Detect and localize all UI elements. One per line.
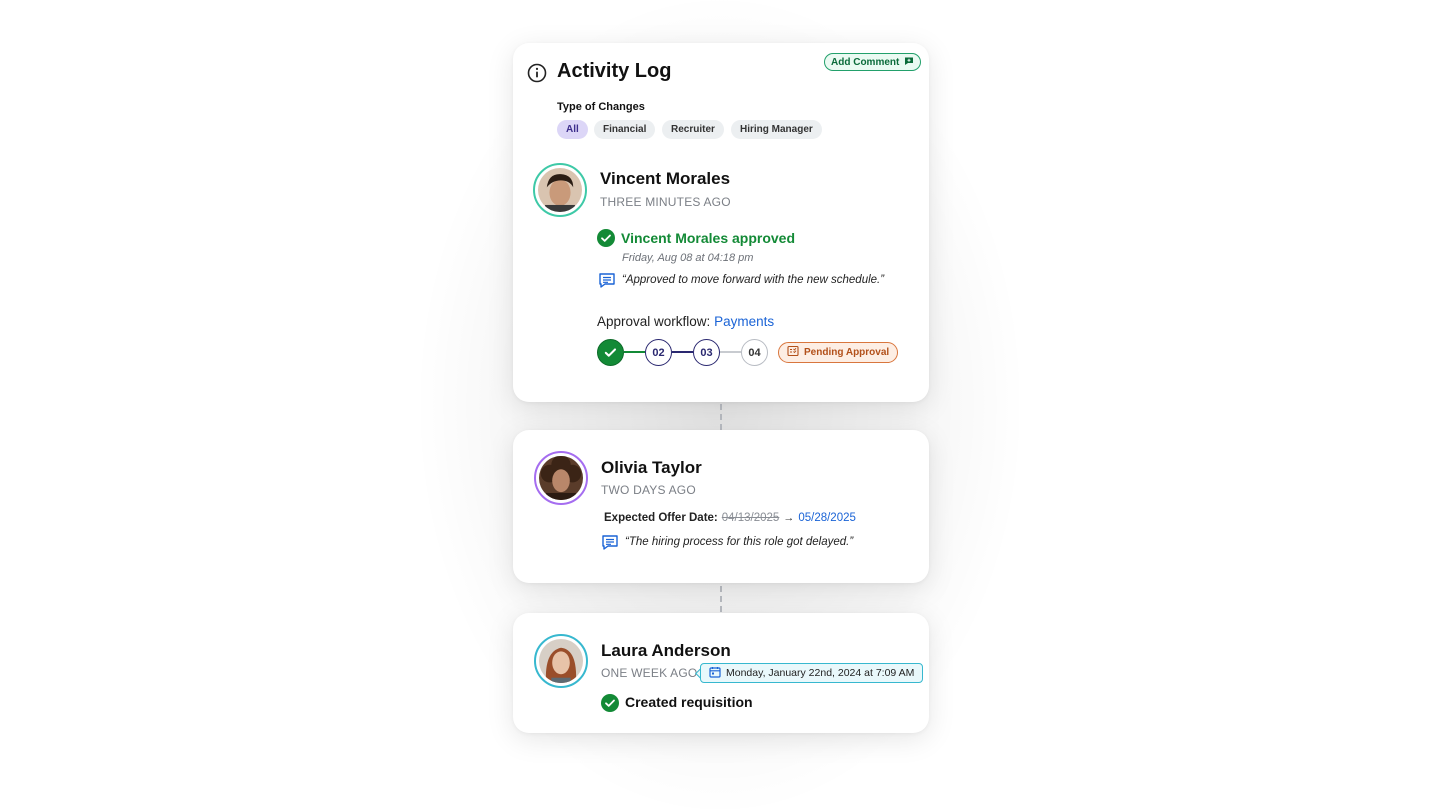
- page-title: Activity Log: [557, 60, 672, 82]
- approval-timestamp: Friday, Aug 08 at 04:18 pm: [622, 252, 754, 264]
- filter-chip-financial[interactable]: Financial: [594, 120, 656, 139]
- entry-action: Created requisition: [625, 694, 753, 710]
- comment-icon: [598, 272, 616, 290]
- workflow-prefix: Approval workflow:: [597, 314, 711, 329]
- calendar-icon: [709, 666, 721, 681]
- clipboard-icon: [787, 345, 799, 360]
- workflow-step-2: 02: [645, 339, 672, 366]
- field-label: Expected Offer Date:: [604, 512, 718, 524]
- status-badge-label: Pending Approval: [804, 347, 890, 358]
- status-badge: Pending Approval: [778, 342, 899, 363]
- workflow-link[interactable]: Payments: [714, 314, 774, 329]
- entry-comment: “Approved to move forward with the new s…: [622, 274, 885, 286]
- info-icon[interactable]: [527, 63, 547, 83]
- entry-time-ago: ONE WEEK AGO: [601, 666, 698, 680]
- field-change-row: Expected Offer Date: 04/13/2025 → 05/28/…: [604, 512, 856, 524]
- filter-chip-all[interactable]: All: [557, 120, 588, 139]
- timeline-connector: [720, 586, 722, 612]
- entry-time-ago: TWO DAYS AGO: [601, 483, 696, 497]
- date-tooltip: Monday, January 22nd, 2024 at 7:09 AM: [700, 663, 924, 683]
- entry-name: Laura Anderson: [601, 641, 731, 660]
- check-circle-icon: [597, 229, 615, 247]
- step-connector: [672, 351, 693, 353]
- entry-time-ago: THREE MINUTES AGO: [600, 195, 731, 209]
- comment-icon: [601, 534, 619, 552]
- check-icon: [604, 348, 617, 357]
- activity-card-olivia: Olivia Taylor TWO DAYS AGO Expected Offe…: [513, 430, 929, 583]
- filter-chip-hiring-manager[interactable]: Hiring Manager: [731, 120, 822, 139]
- entry-comment: “The hiring process for this role got de…: [625, 536, 854, 548]
- activity-card-laura: Laura Anderson ONE WEEK AGO Monday, Janu…: [513, 613, 929, 733]
- step-connector: [624, 351, 645, 353]
- add-comment-button[interactable]: Add Comment: [824, 53, 922, 71]
- filter-chip-recruiter[interactable]: Recruiter: [662, 120, 724, 139]
- add-comment-label: Add Comment: [831, 56, 900, 68]
- date-tooltip-label: Monday, January 22nd, 2024 at 7:09 AM: [726, 667, 915, 679]
- old-value: 04/13/2025: [721, 512, 780, 524]
- chat-plus-icon: [904, 56, 914, 69]
- workflow-step-1: [597, 339, 624, 366]
- check-circle-icon: [601, 694, 619, 712]
- workflow-step-3: 03: [693, 339, 720, 366]
- step-connector: [720, 351, 741, 353]
- filter-title: Type of Changes: [557, 101, 645, 113]
- activity-card-vincent: Activity Log Add Comment Type of Changes…: [513, 43, 929, 402]
- avatar: [534, 451, 588, 505]
- arrow-right-icon: →: [783, 512, 795, 524]
- approval-action: Vincent Morales approved: [621, 230, 796, 246]
- entry-name: Vincent Morales: [600, 169, 731, 188]
- workflow-step-4: 04: [741, 339, 768, 366]
- timeline-connector: [720, 404, 722, 430]
- new-value: 05/28/2025: [798, 512, 856, 524]
- avatar: [533, 163, 587, 217]
- entry-name: Olivia Taylor: [601, 458, 702, 477]
- workflow-label: Approval workflow: Payments: [597, 314, 774, 329]
- avatar: [534, 634, 588, 688]
